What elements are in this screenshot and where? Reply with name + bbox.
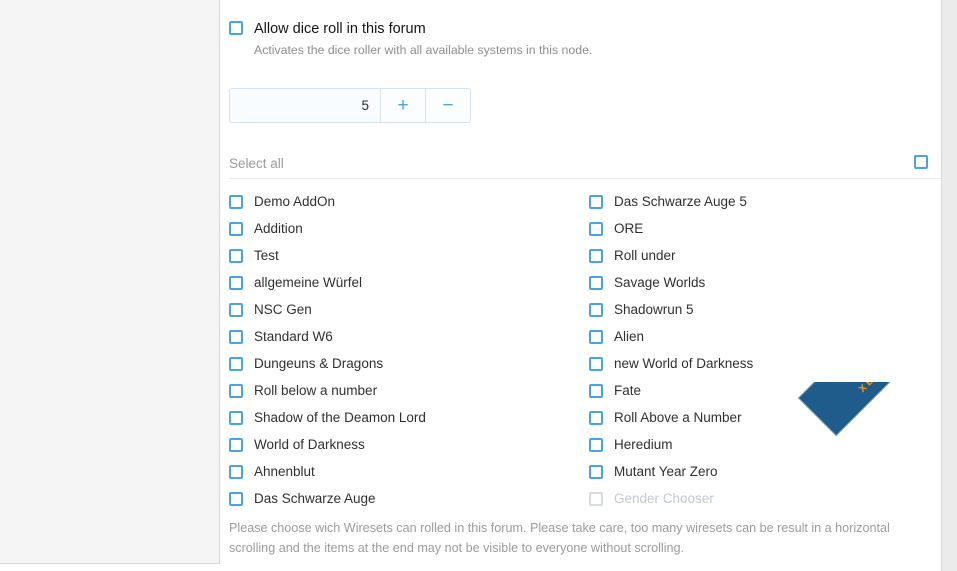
wireset-option[interactable]: NSC Gen bbox=[229, 296, 589, 323]
wireset-option-checkbox[interactable] bbox=[589, 329, 603, 344]
wireset-option[interactable]: Alien bbox=[589, 323, 949, 350]
wireset-option-checkbox[interactable] bbox=[229, 221, 243, 236]
wireset-option-label: Roll Above a Number bbox=[614, 409, 742, 425]
wireset-option[interactable]: Roll below a number bbox=[229, 377, 589, 404]
wireset-option-label: NSC Gen bbox=[254, 301, 312, 317]
wireset-option-checkbox[interactable] bbox=[589, 302, 603, 317]
wireset-option-label: Ahnenblut bbox=[254, 463, 315, 479]
wireset-option-checkbox[interactable] bbox=[589, 437, 603, 452]
allow-dice-roll-description: Activates the dice roller with all avail… bbox=[254, 43, 593, 57]
wireset-option-checkbox[interactable] bbox=[229, 410, 243, 425]
max-rolls-input[interactable]: 5 bbox=[230, 89, 380, 122]
wireset-option-label: Das Schwarze Auge bbox=[254, 490, 376, 506]
wireset-option-checkbox[interactable] bbox=[589, 275, 603, 290]
wiresets-panel: Select all Demo AddOn Addition Test allgeme… bbox=[229, 148, 941, 512]
wireset-option-label: allgemeine Würfel bbox=[254, 274, 363, 290]
wireset-option[interactable]: allgemeine Würfel bbox=[229, 269, 589, 296]
wireset-option-checkbox[interactable] bbox=[589, 248, 603, 263]
allow-dice-roll-checkbox[interactable] bbox=[229, 21, 243, 35]
wireset-option-label: Addition bbox=[254, 220, 303, 236]
wireset-option-checkbox[interactable] bbox=[229, 464, 243, 479]
wireset-option-checkbox[interactable] bbox=[229, 383, 243, 398]
wireset-option-checkbox[interactable] bbox=[229, 491, 243, 506]
wireset-option-checkbox bbox=[589, 491, 603, 506]
wireset-option[interactable]: World of Darkness bbox=[229, 431, 589, 458]
wireset-option[interactable]: Roll under bbox=[589, 242, 949, 269]
wireset-option-checkbox[interactable] bbox=[589, 194, 603, 209]
wireset-option-label: Demo AddOn bbox=[254, 193, 336, 209]
wireset-option-checkbox[interactable] bbox=[229, 437, 243, 452]
wireset-option[interactable]: Standard W6 bbox=[229, 323, 589, 350]
wireset-option[interactable]: ORE bbox=[589, 215, 949, 242]
allow-dice-roll-text-block: Allow dice roll in this forum Activates … bbox=[254, 21, 592, 58]
label-gutter bbox=[0, 0, 220, 564]
settings-content: Allow dice roll in this forum Activates … bbox=[220, 0, 942, 571]
wireset-option-checkbox[interactable] bbox=[229, 329, 243, 344]
wireset-option-label: Roll below a number bbox=[254, 382, 378, 398]
wireset-option-label: Das Schwarze Auge 5 bbox=[614, 193, 747, 209]
wireset-option[interactable]: new World of Darkness bbox=[589, 350, 949, 377]
wireset-option-label: Dungeuns & Dragons bbox=[254, 355, 384, 371]
wireset-option-checkbox[interactable] bbox=[229, 275, 243, 290]
wireset-option[interactable]: Das Schwarze Auge 5 bbox=[589, 188, 949, 215]
select-all-checkbox[interactable] bbox=[914, 155, 928, 169]
max-rolls-stepper[interactable]: 5 + − bbox=[229, 88, 471, 123]
wireset-option-label: Mutant Year Zero bbox=[614, 463, 718, 479]
wireset-option-label: new World of Darkness bbox=[614, 355, 754, 371]
wireset-option-label: Savage Worlds bbox=[614, 274, 706, 290]
wireset-option[interactable]: Addition bbox=[229, 215, 589, 242]
wireset-option-label: Alien bbox=[614, 328, 645, 344]
wireset-option-label: Roll under bbox=[614, 247, 676, 263]
wireset-option[interactable]: Fate bbox=[589, 377, 949, 404]
wireset-option[interactable]: Test bbox=[229, 242, 589, 269]
wireset-option-label: Fate bbox=[614, 382, 642, 398]
wireset-option[interactable]: Shadowrun 5 bbox=[589, 296, 949, 323]
wireset-option: Gender Chooser bbox=[589, 485, 949, 512]
wireset-option-checkbox[interactable] bbox=[589, 410, 603, 425]
wireset-option-label: World of Darkness bbox=[254, 436, 365, 452]
wireset-option-label: Shadowrun 5 bbox=[614, 301, 694, 317]
wireset-option-label: Heredium bbox=[614, 436, 673, 452]
wireset-option[interactable]: Savage Worlds bbox=[589, 269, 949, 296]
wireset-option-checkbox[interactable] bbox=[589, 464, 603, 479]
wiresets-hint-text: Please choose wich Wiresets can rolled i… bbox=[229, 521, 890, 555]
wireset-option-label: Shadow of the Deamon Lord bbox=[254, 409, 426, 425]
wireset-option[interactable]: Mutant Year Zero bbox=[589, 458, 949, 485]
wireset-option[interactable]: Heredium bbox=[589, 431, 949, 458]
wireset-option-label: Gender Chooser bbox=[614, 490, 714, 506]
wireset-option[interactable]: Ahnenblut bbox=[229, 458, 589, 485]
select-all-row[interactable]: Select all bbox=[229, 148, 941, 179]
wireset-option-label: ORE bbox=[614, 220, 644, 236]
allow-dice-roll-label: Allow dice roll in this forum bbox=[254, 21, 426, 37]
allow-dice-roll-row[interactable]: Allow dice roll in this forum Activates … bbox=[229, 21, 592, 58]
wireset-option-checkbox[interactable] bbox=[589, 221, 603, 236]
max-rolls-decrement-button[interactable]: − bbox=[425, 89, 470, 122]
wireset-option-checkbox[interactable] bbox=[229, 248, 243, 263]
wireset-option-checkbox[interactable] bbox=[589, 383, 603, 398]
wireset-option-checkbox[interactable] bbox=[229, 194, 243, 209]
max-rolls-increment-button[interactable]: + bbox=[380, 89, 425, 122]
wireset-option-checkbox[interactable] bbox=[229, 302, 243, 317]
wireset-option-checkbox[interactable] bbox=[229, 356, 243, 371]
settings-page: Dice Manager Settings: Max amout of Roll… bbox=[0, 0, 957, 571]
wireset-option[interactable]: Demo AddOn bbox=[229, 188, 589, 215]
select-all-label: Select all bbox=[229, 155, 284, 171]
wireset-option[interactable]: Dungeuns & Dragons bbox=[229, 350, 589, 377]
wireset-option[interactable]: Roll Above a Number bbox=[589, 404, 949, 431]
wireset-options-grid: Demo AddOn Addition Test allgemeine Würfel N… bbox=[229, 188, 941, 512]
wireset-option-label: Test bbox=[254, 247, 279, 263]
wireset-option-label: Standard W6 bbox=[254, 328, 333, 344]
wireset-option-checkbox[interactable] bbox=[589, 356, 603, 371]
wireset-option[interactable]: Das Schwarze Auge bbox=[229, 485, 589, 512]
wireset-option[interactable]: Shadow of the Deamon Lord bbox=[229, 404, 589, 431]
